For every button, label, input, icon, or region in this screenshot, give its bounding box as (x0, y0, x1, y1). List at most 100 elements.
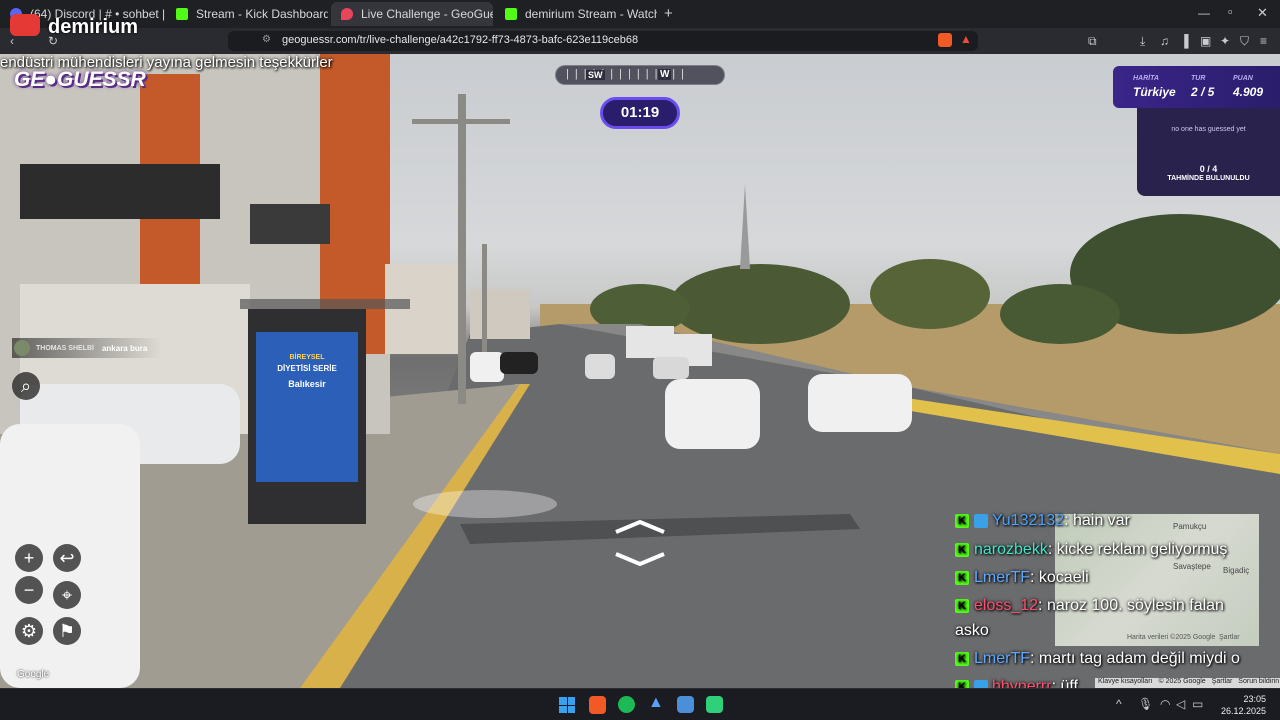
start-icon[interactable] (559, 697, 575, 713)
chat-text: : kocaeli (1030, 569, 1089, 586)
chat-icon[interactable]: ⌕ (12, 372, 40, 400)
found-label: TAHMİNDE BULUNULDU (1167, 175, 1250, 182)
microphone-icon[interactable]: 🎙 (1138, 697, 1153, 711)
download-icon[interactable]: ⤓ (1140, 28, 1145, 54)
tab-label: Stream - Kick Dashboard (196, 7, 328, 21)
points-label: PUAN (1233, 75, 1253, 82)
zoom-out-button[interactable]: − (15, 576, 43, 604)
youtube-icon (10, 14, 40, 36)
site-info-icon[interactable]: ⚙ (262, 34, 271, 45)
brave-shield-icon[interactable] (938, 33, 952, 47)
flag-icon[interactable]: ⚑ (53, 617, 81, 645)
report-link[interactable]: Sorun bildirin (1238, 678, 1279, 688)
round-label: TUR (1191, 75, 1206, 82)
chat-text: asko (955, 622, 989, 639)
menu-icon[interactable]: ≡ (1260, 28, 1267, 54)
chat-message: K LmerTF : kocaeli (955, 569, 1089, 587)
avatar (14, 340, 30, 356)
billboard-line1: BİREYSEL (289, 354, 325, 361)
round-timer: 01:19 (600, 97, 680, 129)
url-text: geoguessr.com/tr/live-challenge/a42c1792… (282, 34, 639, 46)
player-message: THOMAS SHELBİ ankara bura (12, 338, 162, 358)
chat-username: LmerTF (974, 569, 1030, 586)
map-label: HARİTA (1133, 75, 1159, 82)
player-name: THOMAS SHELBİ (36, 344, 94, 352)
toolbar-actions: ⧉ ⤓ ♫ ▐ ▣ ✦ ⛉ ≡ (1088, 28, 1278, 54)
wallet-icon[interactable]: ▣ (1200, 28, 1211, 54)
vpn-shield-icon[interactable]: ⛉ (1240, 28, 1249, 54)
kick-badge-icon: K (955, 599, 969, 613)
map-footer: Klavye kısayolları © 2025 Google Şartlar… (1095, 678, 1280, 688)
billboard-line3: Balıkesir (288, 379, 326, 389)
ai-icon[interactable]: ✦ (1220, 28, 1230, 54)
location-pin-icon (341, 8, 353, 20)
keyboard-shortcuts-link[interactable]: Klavye kısayolları (1098, 678, 1152, 688)
tab-kick-dashboard[interactable]: Stream - Kick Dashboard (166, 2, 328, 26)
wifi-icon[interactable]: ◠ (1160, 697, 1170, 711)
found-count: 0 / 4 (1199, 164, 1218, 174)
guess-status: no one has guessed yet (1171, 126, 1246, 133)
windows-taskbar: ▲ ^ 🎙 ◠ ◁ ▭ 23:05 26.12.2025 (0, 688, 1280, 720)
sidebar-icon[interactable]: ▐ (1180, 28, 1189, 54)
chat-username: eloss_12 (974, 597, 1039, 614)
clock-date: 26.12.2025 (1220, 706, 1266, 716)
billboard-line2: DİYETİSİ SERİE (277, 364, 337, 373)
music-icon[interactable]: ♫ (1160, 28, 1169, 54)
app-icon[interactable] (677, 696, 694, 713)
maximize-icon[interactable]: ▫ (1228, 4, 1233, 19)
sub-badge-icon (974, 514, 988, 528)
new-tab-button[interactable]: + (664, 5, 673, 22)
clock[interactable]: 23:05 26.12.2025 (1210, 693, 1266, 717)
map-place: Bigadiç (1223, 566, 1250, 575)
tab-label: demirium Stream - Watch Live on Kic (525, 7, 657, 21)
map-value: Türkiye (1133, 85, 1176, 99)
compass-sw: SW (586, 70, 605, 80)
scoreboard: HARİTA Türkiye TUR 2 / 5 PUAN 4.909 (1113, 66, 1280, 108)
undo-move-icon[interactable]: ↩ (53, 544, 81, 572)
tray-chevron-icon[interactable]: ^ (1116, 697, 1122, 711)
tab-label: Live Challenge - GeoGuessr (361, 7, 493, 21)
terms-link[interactable]: Şartlar (1212, 678, 1233, 688)
close-window-icon[interactable]: ✕ (1257, 5, 1268, 21)
tab-geoguessr[interactable]: Live Challenge - GeoGuessr ✕ (331, 2, 493, 26)
settings-icon[interactable]: ⚙ (15, 617, 43, 645)
street-view-panorama[interactable]: endüstri mühendisleri yayına gelmesin te… (0, 54, 1280, 688)
move-arrows[interactable] (612, 520, 668, 570)
app-icon[interactable]: ▲ (648, 694, 664, 712)
compass-w: W (658, 69, 672, 80)
extensions-icon[interactable]: ⧉ (1088, 28, 1097, 54)
clock-time: 23:05 (1243, 694, 1266, 704)
chat-username: LmerTF (974, 650, 1030, 667)
spotify-icon[interactable] (618, 696, 635, 713)
map-attribution: Harita verileri ©2025 Google (1127, 634, 1216, 641)
kick-badge-icon: K (955, 543, 969, 557)
rewards-icon[interactable]: ▲ (960, 32, 972, 46)
chat-text: : naroz 100. söylesin falan (1038, 597, 1224, 614)
map-place: Savaştepe (1173, 562, 1211, 571)
chat-text: : martı tag adam değil miydi o (1030, 650, 1240, 667)
volume-icon[interactable]: ◁ (1176, 697, 1185, 711)
tab-kick-stream[interactable]: demirium Stream - Watch Live on Kic (495, 2, 657, 26)
address-bar[interactable]: ⚙ geoguessr.com/tr/live-challenge/a42c17… (228, 31, 978, 51)
kick-badge-icon: K (955, 514, 969, 528)
app-icon[interactable] (706, 696, 723, 713)
kick-badge-icon: K (955, 571, 969, 585)
battery-icon[interactable]: ▭ (1192, 697, 1203, 711)
chat-username: Yu132132 (992, 512, 1065, 529)
player-text: ankara bura (101, 343, 148, 353)
copyright-text: © 2025 Google (1158, 678, 1206, 685)
google-logo: Google (17, 669, 50, 680)
geoguessr-logo: GE●GUESSR (14, 68, 146, 91)
brave-icon[interactable] (589, 696, 606, 714)
chat-username: narozbekk (974, 541, 1048, 558)
zoom-in-button[interactable]: + (15, 544, 43, 572)
minimize-icon[interactable]: — (1198, 6, 1210, 20)
compass: |||||||||||||| SW W (555, 65, 725, 85)
chat-message: K narozbekk : kicke reklam geliyormuş (955, 541, 1227, 559)
chat-text: : kicke reklam geliyormuş (1047, 541, 1228, 558)
round-value: 2 / 5 (1191, 85, 1215, 99)
guess-panel: no one has guessed yet 0 / 4 TAHMİNDE BU… (1137, 108, 1280, 196)
return-to-start-icon[interactable]: ⌖ (53, 581, 81, 609)
points-value: 4.909 (1233, 85, 1264, 99)
map-terms[interactable]: Şartlar (1219, 634, 1240, 641)
